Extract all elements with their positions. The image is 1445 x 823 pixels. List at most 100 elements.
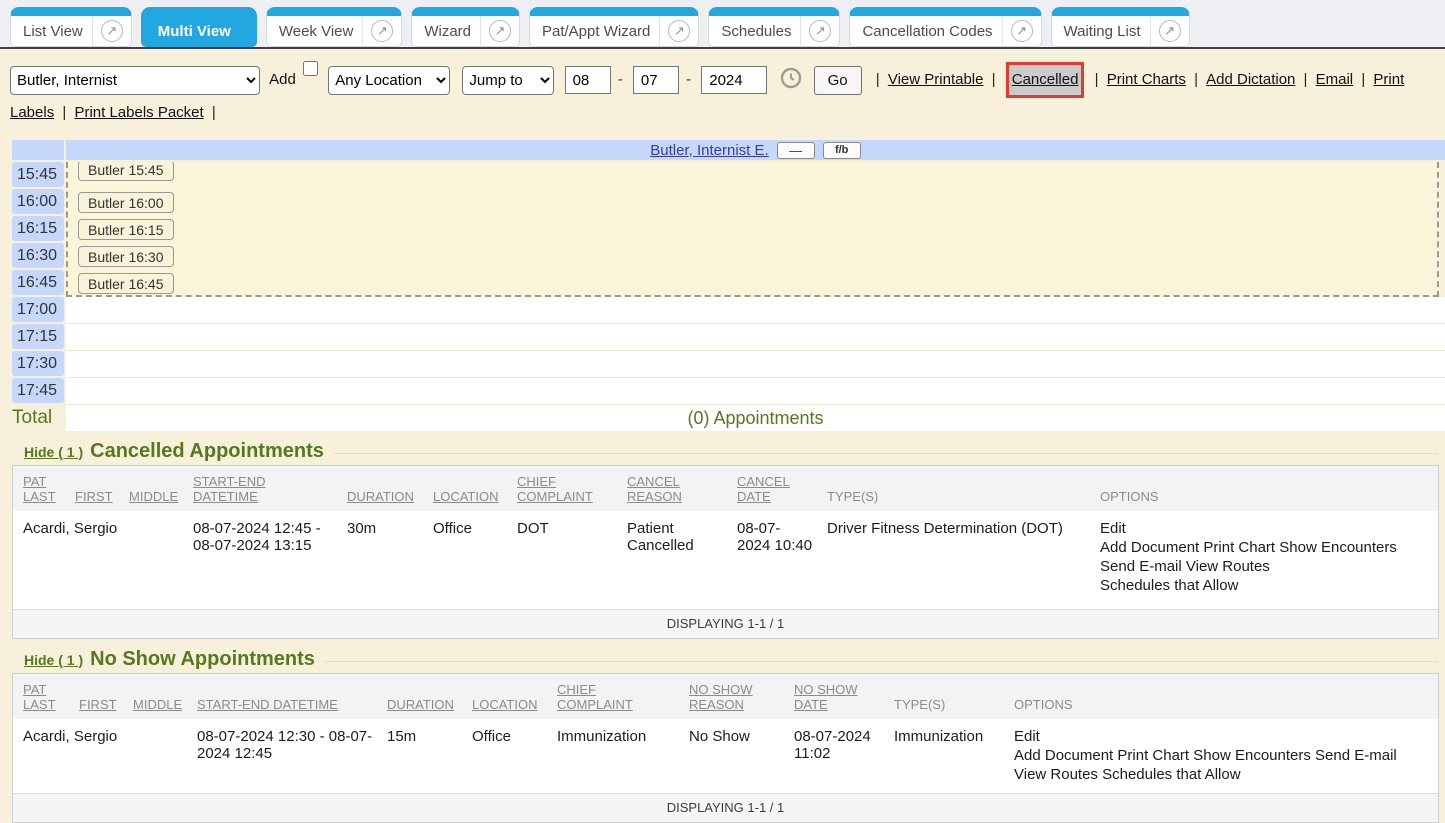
time-slot-label: 17:45 [12, 378, 64, 403]
col-label[interactable]: START-END DATETIME [197, 697, 338, 712]
cancelled-hide-link[interactable]: Hide ( 1 ) [24, 444, 83, 460]
col-label[interactable]: FIRST [79, 697, 117, 712]
open-new-window-icon[interactable]: ↗ [668, 20, 690, 42]
cell-cancel-date: 08-07-2024 10:40 [737, 511, 827, 609]
col-location[interactable]: LOCATION [433, 466, 517, 511]
col-middle[interactable]: MIDDLE [133, 674, 197, 719]
col-label[interactable]: FIRST [75, 489, 113, 504]
col-label[interactable]: CHIEF COMPLAINT [557, 682, 633, 712]
appointment-slot-button[interactable]: Butler 16:30 [78, 246, 174, 267]
col-label[interactable]: DURATION [347, 489, 414, 504]
col-label[interactable]: LOCATION [433, 489, 499, 504]
col-label[interactable]: DURATION [387, 697, 454, 712]
add-document-link[interactable]: Add Document [1014, 747, 1113, 764]
cancelled-link[interactable]: Cancelled [1012, 71, 1079, 88]
add-dictation-link[interactable]: Add Dictation [1206, 71, 1295, 88]
view-routes-link[interactable]: View Routes [1186, 558, 1270, 575]
col-cancel-reason[interactable]: CANCEL REASON [627, 466, 737, 511]
appointment-slot-button[interactable]: Butler 16:00 [78, 192, 174, 213]
minimize-column-button[interactable]: — [777, 142, 815, 159]
col-label[interactable]: MIDDLE [129, 489, 178, 504]
col-label[interactable]: CANCEL REASON [627, 474, 682, 504]
col-first[interactable]: FIRST [75, 466, 129, 511]
send-email-link[interactable]: Send E-mail [1100, 558, 1182, 575]
date-month-input[interactable] [565, 66, 611, 94]
open-new-window-icon[interactable]: ↗ [1011, 20, 1033, 42]
front-back-toggle-button[interactable]: f/b [823, 142, 861, 159]
col-label[interactable]: CHIEF COMPLAINT [517, 474, 593, 504]
col-start-end-datetime[interactable]: START-END DATETIME [197, 674, 387, 719]
add-document-link[interactable]: Add Document [1100, 539, 1199, 556]
provider-link[interactable]: Butler, Internist E. [650, 142, 768, 159]
schedules-that-allow-link[interactable]: Schedules that Allow [1102, 766, 1240, 783]
section-rule [325, 661, 1439, 662]
appointment-slot-button[interactable]: Butler 16:15 [78, 219, 174, 240]
link-separator: | [1304, 71, 1308, 88]
clock-icon[interactable] [779, 66, 803, 90]
email-link[interactable]: Email [1316, 71, 1354, 88]
print-chart-link[interactable]: Print Chart [1117, 747, 1189, 764]
col-chief-complaint[interactable]: CHIEF COMPLAINT [557, 674, 689, 719]
print-chart-link[interactable]: Print Chart [1203, 539, 1275, 556]
send-email-link[interactable]: Send E-mail [1315, 747, 1397, 764]
location-select[interactable]: Any Location [328, 66, 450, 95]
col-start-end-datetime[interactable]: START-END DATETIME [193, 466, 347, 511]
col-pat-last[interactable]: PAT LAST [13, 674, 79, 719]
tab-wizard[interactable]: Wizard ↗ [411, 7, 520, 47]
col-label[interactable]: NO SHOW REASON [689, 682, 753, 712]
col-label[interactable]: NO SHOW DATE [794, 682, 858, 712]
col-middle[interactable]: MIDDLE [129, 466, 193, 511]
col-chief-complaint[interactable]: CHIEF COMPLAINT [517, 466, 627, 511]
show-encounters-link[interactable]: Show Encounters [1193, 747, 1311, 764]
col-label[interactable]: PAT LAST [23, 474, 56, 504]
edit-link[interactable]: Edit [1014, 728, 1040, 745]
col-no-show-date[interactable]: NO SHOW DATE [794, 674, 894, 719]
appointment-slot-button[interactable]: Butler 16:45 [78, 273, 174, 294]
print-charts-link[interactable]: Print Charts [1107, 71, 1186, 88]
open-new-window-icon[interactable]: ↗ [809, 20, 831, 42]
col-duration[interactable]: DURATION [347, 466, 433, 511]
col-pat-last[interactable]: PAT LAST [13, 466, 75, 511]
date-day-input[interactable] [633, 66, 679, 94]
tab-pat-appt-wizard[interactable]: Pat/Appt Wizard ↗ [529, 7, 699, 47]
tab-list-view[interactable]: List View ↗ [10, 7, 132, 47]
col-no-show-reason[interactable]: NO SHOW REASON [689, 674, 794, 719]
col-cancel-date[interactable]: CANCEL DATE [737, 466, 827, 511]
open-new-window-icon[interactable]: ↗ [489, 20, 511, 42]
view-printable-link[interactable]: View Printable [888, 71, 984, 88]
col-first[interactable]: FIRST [79, 674, 133, 719]
schedules-that-allow-link[interactable]: Schedules that Allow [1100, 577, 1238, 594]
col-location[interactable]: LOCATION [472, 674, 557, 719]
open-new-window-icon[interactable]: ↗ [101, 20, 123, 42]
tab-schedules[interactable]: Schedules ↗ [708, 7, 840, 47]
col-label[interactable]: CANCEL DATE [737, 474, 790, 504]
view-routes-link[interactable]: View Routes [1014, 766, 1098, 783]
show-encounters-link[interactable]: Show Encounters [1279, 539, 1397, 556]
col-label[interactable]: MIDDLE [133, 697, 182, 712]
open-new-window-icon[interactable]: ↗ [371, 20, 393, 42]
tab-multi-view[interactable]: Multi View [141, 7, 257, 47]
provider-select[interactable]: Butler, Internist [10, 66, 260, 95]
link-separator: | [1194, 71, 1198, 88]
col-duration[interactable]: DURATION [387, 674, 472, 719]
tab-divider [480, 16, 481, 46]
tab-waiting-list[interactable]: Waiting List ↗ [1051, 7, 1190, 47]
provider-schedule-active-zone: Butler 15:45 Butler 16:00 Butler 16:15 B… [66, 162, 1439, 297]
col-label[interactable]: PAT LAST [23, 682, 56, 712]
go-button[interactable]: Go [814, 66, 862, 95]
col-label[interactable]: START-END DATETIME [193, 474, 265, 504]
cell-pat-last: Acardi, Sergio [13, 511, 75, 609]
jump-to-select[interactable]: Jump to [462, 66, 554, 95]
cancelled-section-header: Hide ( 1 ) Cancelled Appointments [12, 440, 1439, 463]
tab-cancellation-codes[interactable]: Cancellation Codes ↗ [849, 7, 1041, 47]
time-slot-label: 16:30 [12, 243, 64, 268]
date-year-input[interactable] [701, 66, 767, 94]
noshow-hide-link[interactable]: Hide ( 1 ) [24, 652, 83, 668]
print-labels-packet-link[interactable]: Print Labels Packet [74, 104, 203, 121]
tab-week-view[interactable]: Week View ↗ [266, 7, 402, 47]
add-checkbox[interactable] [303, 61, 318, 76]
open-new-window-icon[interactable]: ↗ [1159, 20, 1181, 42]
appointment-slot-button[interactable]: Butler 15:45 [78, 162, 174, 181]
col-label[interactable]: LOCATION [472, 697, 538, 712]
edit-link[interactable]: Edit [1100, 520, 1126, 537]
